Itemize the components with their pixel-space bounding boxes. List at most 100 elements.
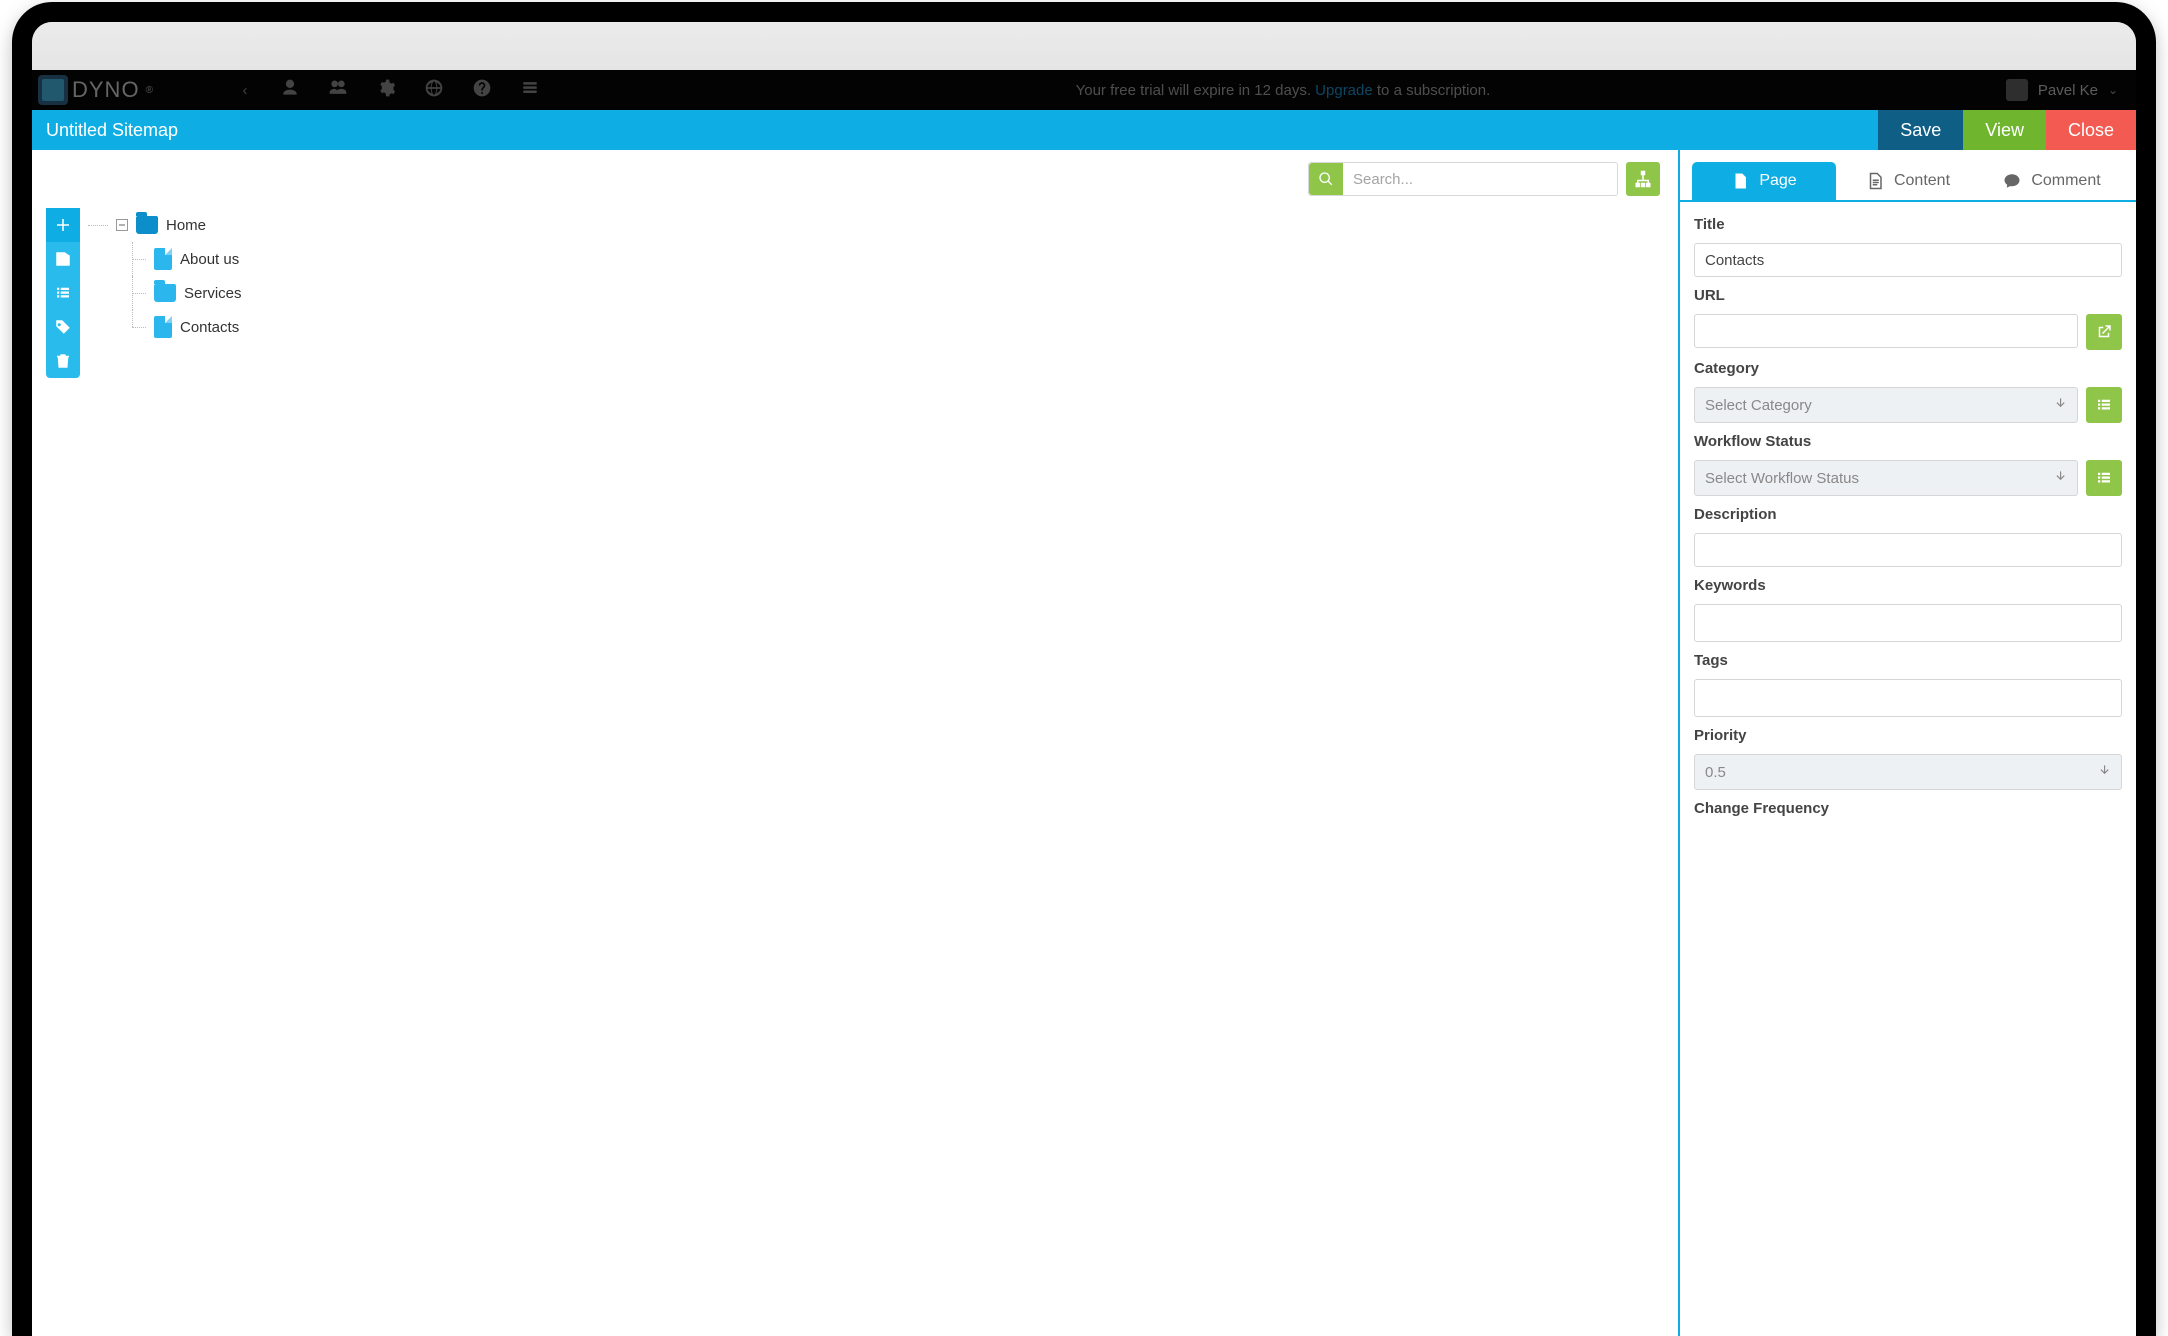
- plus-icon: [54, 216, 72, 234]
- save-button[interactable]: Save: [1878, 110, 1963, 150]
- logo-mark: [38, 75, 68, 105]
- file-icon: [154, 316, 172, 338]
- delete-button[interactable]: [46, 344, 80, 378]
- avatar: [2006, 79, 2028, 101]
- user-icon[interactable]: [280, 78, 300, 103]
- globe-icon[interactable]: [424, 78, 444, 103]
- file-icon: [154, 248, 172, 270]
- tree-root-label: Home: [166, 217, 206, 234]
- tree-connector: [118, 310, 148, 344]
- list-icon[interactable]: [520, 78, 540, 103]
- manage-workflow-button[interactable]: [2086, 460, 2122, 496]
- title-label: Title: [1694, 216, 2122, 233]
- vertical-toolbar: [46, 208, 80, 378]
- tree-node[interactable]: Services: [88, 276, 242, 310]
- page-icon: [1731, 172, 1749, 190]
- tree-node-label: About us: [180, 251, 239, 268]
- page-form: Title URL Category Select Category: [1680, 202, 2136, 847]
- help-icon[interactable]: [472, 78, 492, 103]
- right-tabs: Page Content Comment: [1680, 150, 2136, 202]
- tree-connector: [118, 242, 148, 276]
- sitemap-tree: Home About us Services: [88, 208, 242, 344]
- tab-content-label: Content: [1894, 172, 1950, 190]
- chevron-down-icon: ⌄: [2108, 83, 2118, 97]
- tree-node-label: Services: [184, 285, 242, 302]
- list-icon: [2095, 396, 2113, 414]
- external-link-icon: [2095, 323, 2113, 341]
- priority-select[interactable]: 0.5: [1694, 754, 2122, 790]
- search-row: [1308, 162, 1660, 196]
- tags-label: Tags: [1694, 652, 2122, 669]
- device-frame: DYNO ® ‹ Your free trial will expire in …: [12, 2, 2156, 1336]
- tag-button[interactable]: [46, 310, 80, 344]
- search-input[interactable]: [1343, 164, 1617, 194]
- sitemap-icon: [1634, 170, 1652, 188]
- priority-label: Priority: [1694, 727, 2122, 744]
- keywords-label: Keywords: [1694, 577, 2122, 594]
- folder-icon: [136, 216, 158, 234]
- gear-icon[interactable]: [376, 78, 396, 103]
- tree-root[interactable]: Home: [88, 208, 242, 242]
- tab-page-label: Page: [1759, 172, 1796, 190]
- manage-categories-button[interactable]: [2086, 387, 2122, 423]
- description-input[interactable]: [1694, 533, 2122, 567]
- trash-icon: [54, 352, 72, 370]
- top-icon-row: [260, 78, 560, 103]
- list-view-button[interactable]: [46, 276, 80, 310]
- view-button[interactable]: View: [1963, 110, 2046, 150]
- chevron-down-icon: [2053, 469, 2067, 487]
- open-url-button[interactable]: [2086, 314, 2122, 350]
- user-name: Pavel Ke: [2038, 82, 2098, 99]
- priority-value: 0.5: [1705, 764, 1726, 781]
- tree-node[interactable]: About us: [88, 242, 242, 276]
- brand-name: DYNO: [72, 77, 140, 103]
- document-icon: [1866, 172, 1884, 190]
- editor-body: Home About us Services: [32, 150, 2136, 1336]
- sitemap-diagram-button[interactable]: [1626, 162, 1660, 196]
- keywords-input[interactable]: [1694, 604, 2122, 642]
- folder-icon: [154, 284, 176, 302]
- sitemap-title: Untitled Sitemap: [32, 120, 178, 141]
- tab-page[interactable]: Page: [1692, 162, 1836, 200]
- app-topbar: DYNO ® ‹ Your free trial will expire in …: [32, 70, 2136, 110]
- trial-banner: Your free trial will expire in 12 days. …: [560, 82, 2006, 99]
- tab-comment[interactable]: Comment: [1980, 162, 2124, 200]
- right-pane: Page Content Comment Title URL: [1678, 150, 2136, 1336]
- trial-suffix: to a subscription.: [1373, 82, 1491, 99]
- add-page-button[interactable]: [46, 208, 80, 242]
- import-icon: [54, 250, 72, 268]
- category-select[interactable]: Select Category: [1694, 387, 2078, 423]
- category-placeholder: Select Category: [1705, 397, 1812, 414]
- search-icon: [1318, 171, 1334, 187]
- editor-titlebar: Untitled Sitemap Save View Close: [32, 110, 2136, 150]
- chevron-down-icon: [2097, 763, 2111, 781]
- tab-content[interactable]: Content: [1836, 162, 1980, 200]
- upgrade-link[interactable]: Upgrade: [1315, 82, 1373, 99]
- workflow-placeholder: Select Workflow Status: [1705, 470, 1859, 487]
- category-label: Category: [1694, 360, 2122, 377]
- tree-node[interactable]: Contacts: [88, 310, 242, 344]
- tags-input[interactable]: [1694, 679, 2122, 717]
- url-label: URL: [1694, 287, 2122, 304]
- changefreq-label: Change Frequency: [1694, 800, 2122, 817]
- left-pane: Home About us Services: [32, 150, 1678, 1336]
- tree-connector: [118, 276, 148, 310]
- import-button[interactable]: [46, 242, 80, 276]
- search-button[interactable]: [1309, 163, 1343, 195]
- collapse-chevron[interactable]: ‹: [230, 82, 260, 99]
- users-icon[interactable]: [328, 78, 348, 103]
- url-input[interactable]: [1694, 314, 2078, 348]
- trial-prefix: Your free trial will expire in 12 days.: [1076, 82, 1316, 99]
- tree-toggle[interactable]: [116, 219, 128, 231]
- chevron-down-icon: [2053, 396, 2067, 414]
- workflow-label: Workflow Status: [1694, 433, 2122, 450]
- workflow-select[interactable]: Select Workflow Status: [1694, 460, 2078, 496]
- registered-mark: ®: [146, 85, 153, 96]
- title-input[interactable]: [1694, 243, 2122, 277]
- search-box: [1308, 162, 1618, 196]
- close-button[interactable]: Close: [2046, 110, 2136, 150]
- app-logo: DYNO ®: [32, 70, 230, 110]
- list-icon: [54, 284, 72, 302]
- viewport: DYNO ® ‹ Your free trial will expire in …: [32, 70, 2136, 1336]
- user-menu[interactable]: Pavel Ke ⌄: [2006, 79, 2136, 101]
